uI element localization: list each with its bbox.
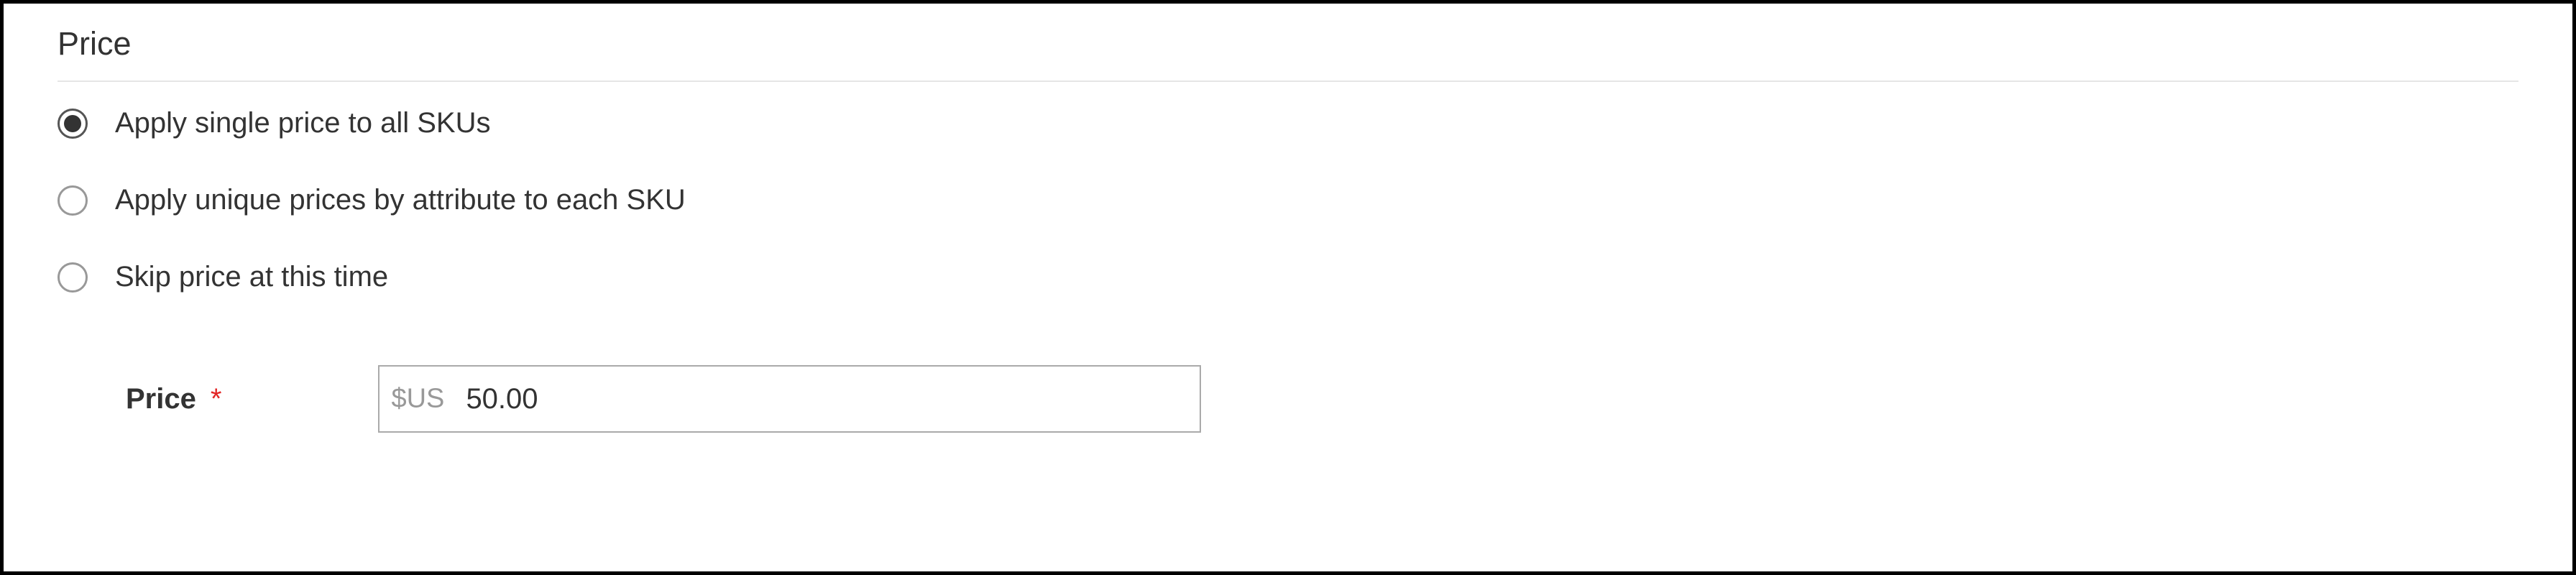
radio-skip-price[interactable]: Skip price at this time — [58, 261, 2518, 293]
radio-label: Skip price at this time — [115, 261, 388, 293]
price-input[interactable] — [378, 365, 1201, 433]
radio-label: Apply single price to all SKUs — [115, 107, 490, 139]
radio-dot-icon — [64, 115, 81, 132]
price-input-wrap: $US — [378, 365, 1201, 433]
price-field-label: Price — [126, 383, 196, 415]
radio-icon — [58, 185, 88, 216]
radio-apply-single-price[interactable]: Apply single price to all SKUs — [58, 107, 2518, 139]
section-title: Price — [58, 25, 2518, 82]
price-panel: Price Apply single price to all SKUs App… — [0, 0, 2576, 575]
radio-apply-unique-prices[interactable]: Apply unique prices by attribute to each… — [58, 184, 2518, 216]
radio-icon — [58, 262, 88, 293]
price-mode-radio-group: Apply single price to all SKUs Apply uni… — [58, 107, 2518, 293]
price-field-row: Price * $US — [126, 365, 2518, 433]
radio-icon — [58, 109, 88, 139]
radio-label: Apply unique prices by attribute to each… — [115, 184, 686, 216]
required-indicator-icon: * — [211, 383, 222, 415]
